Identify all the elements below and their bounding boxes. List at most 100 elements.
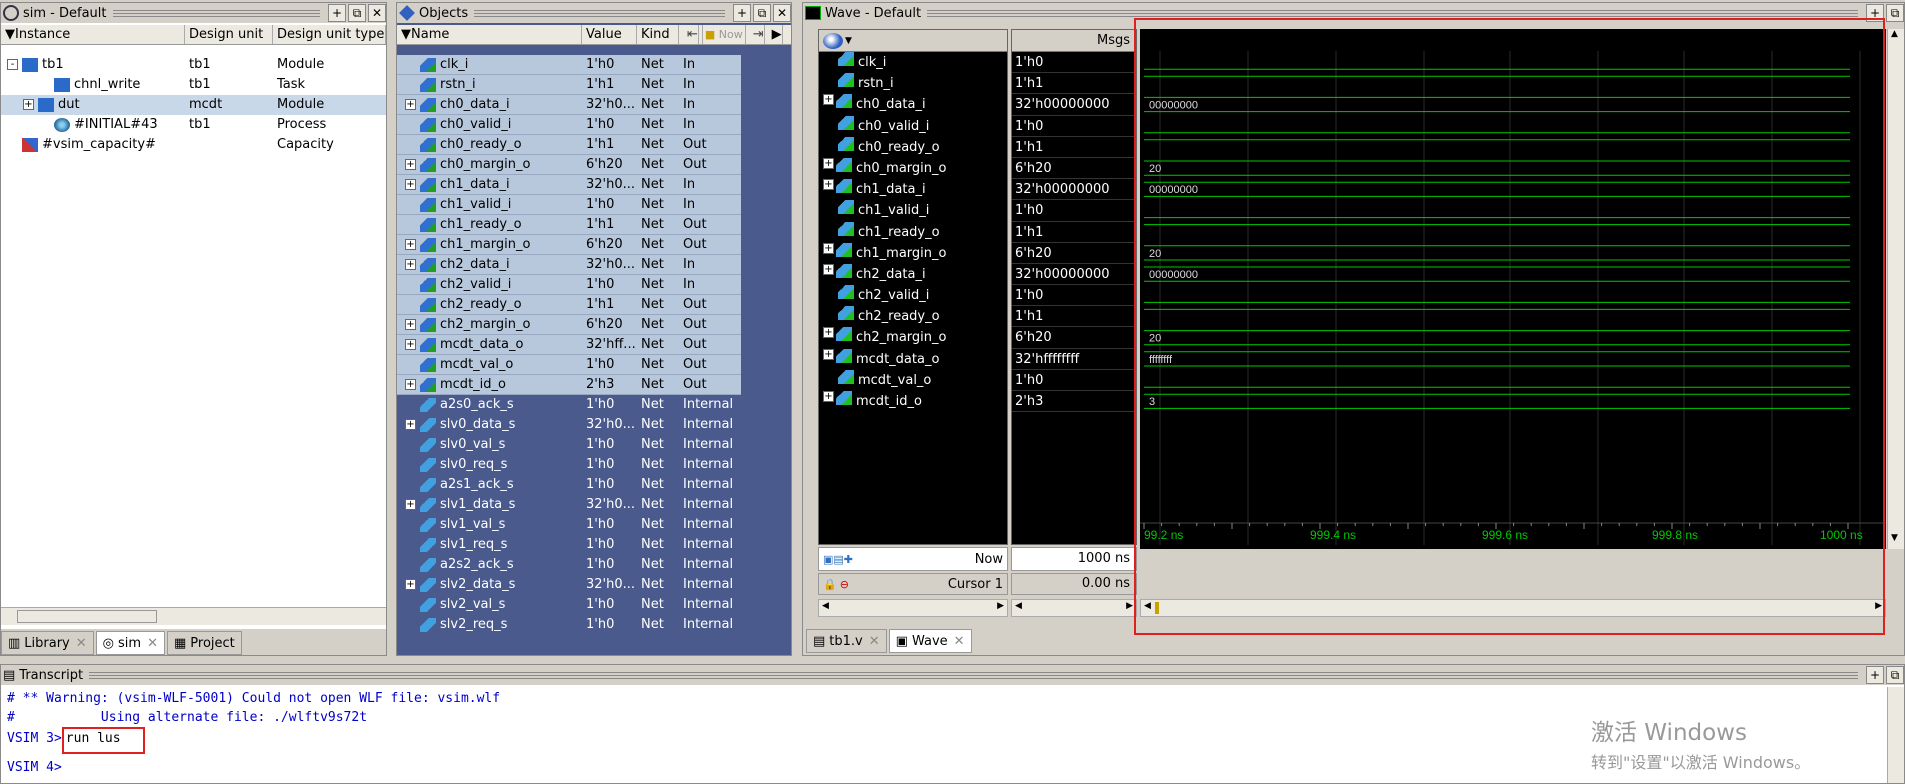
object-row[interactable]: + slv1_data_s 32'h0... Net Internal xyxy=(397,495,741,515)
scroll-down-icon[interactable]: ▼ xyxy=(1891,533,1898,543)
object-row[interactable]: ch0_ready_o 1'h1 Net Out xyxy=(397,135,741,155)
wave-signal-row[interactable]: ch0_valid_i xyxy=(819,115,1007,137)
transcript-vscrollbar[interactable] xyxy=(1887,687,1904,783)
col-kind[interactable]: Kind xyxy=(637,25,679,44)
object-row[interactable]: slv1_val_s 1'h0 Net Internal xyxy=(397,515,741,535)
drag-grip[interactable] xyxy=(927,9,1858,17)
expand-icon[interactable]: + xyxy=(405,579,416,590)
undock-icon[interactable]: ⧉ xyxy=(348,4,366,22)
sim-hscrollbar[interactable] xyxy=(1,607,386,625)
filter-icon[interactable]: ⇤ xyxy=(683,25,699,44)
object-row[interactable]: + ch2_data_i 32'h0... Net In xyxy=(397,255,741,275)
chevron-down-icon[interactable]: ▼ xyxy=(845,36,852,46)
wave-signal-row[interactable]: mcdt_val_o xyxy=(819,369,1007,391)
expand-icon[interactable]: + xyxy=(405,179,416,190)
expand-icon[interactable]: + xyxy=(823,327,834,339)
tab-project[interactable]: ▦ Project xyxy=(166,631,242,655)
object-row[interactable]: mcdt_val_o 1'h0 Net Out xyxy=(397,355,741,375)
waveform-svg[interactable]: 00000000 20 00000000 20 00000000 20 ffffffff 3 9… xyxy=(1140,29,1886,549)
object-row[interactable]: ch2_valid_i 1'h0 Net In xyxy=(397,275,741,295)
expand-icon[interactable]: + xyxy=(823,242,834,254)
now-button[interactable]: ■ Now xyxy=(701,25,746,44)
undock-icon[interactable]: ⧉ xyxy=(1886,4,1904,22)
tab-wave[interactable]: ▣ Wave ✕ xyxy=(888,629,972,653)
dock-icon[interactable]: + xyxy=(1866,4,1884,22)
col-name[interactable]: ▼Name xyxy=(397,25,582,44)
expand-icon[interactable]: + xyxy=(405,319,416,330)
expand-icon[interactable]: + xyxy=(405,499,416,510)
col-design-unit[interactable]: Design unit xyxy=(185,25,273,44)
collapse-icon[interactable]: - xyxy=(7,59,18,70)
col-instance[interactable]: ▼Instance xyxy=(1,25,185,44)
object-row[interactable]: ch1_ready_o 1'h1 Net Out xyxy=(397,215,741,235)
object-row[interactable]: + ch0_data_i 32'h0... Net In xyxy=(397,95,741,115)
cursor-lock-icon[interactable]: 🔒 xyxy=(823,578,837,591)
wave-signal-row[interactable]: rstn_i xyxy=(819,73,1007,94)
object-row[interactable]: slv0_req_s 1'h0 Net Internal xyxy=(397,455,741,475)
wave-signal-row[interactable]: + mcdt_id_o xyxy=(819,391,1007,412)
wave-hscrollbar[interactable]: ◀ ▶ xyxy=(1140,599,1886,617)
sim-tree-row[interactable]: + dut mcdt Module xyxy=(1,95,386,115)
object-row[interactable]: + ch1_margin_o 6'h20 Net Out xyxy=(397,235,741,255)
object-row[interactable]: slv0_val_s 1'h0 Net Internal xyxy=(397,435,741,455)
tab-sim[interactable]: ◎ sim ✕ xyxy=(95,631,165,655)
object-row[interactable]: + ch2_margin_o 6'h20 Net Out xyxy=(397,315,741,335)
wave-signal-row[interactable]: ch0_ready_o xyxy=(819,136,1007,158)
wave-signal-row[interactable]: + ch2_data_i xyxy=(819,263,1007,285)
drag-grip[interactable] xyxy=(112,9,320,17)
object-row[interactable]: ch1_valid_i 1'h0 Net In xyxy=(397,195,741,215)
dock-icon[interactable]: + xyxy=(733,4,751,22)
close-icon[interactable]: ✕ xyxy=(76,636,87,651)
wave-signal-row[interactable]: ch2_valid_i xyxy=(819,285,1007,306)
palette-icon[interactable] xyxy=(823,32,843,49)
wave-signal-row[interactable]: + ch0_margin_o xyxy=(819,157,1007,179)
object-row[interactable]: clk_i 1'h0 Net In xyxy=(397,55,741,75)
wave-signal-row[interactable]: ch2_ready_o xyxy=(819,306,1007,327)
wave-signal-row[interactable]: clk_i xyxy=(819,52,1007,73)
close-icon[interactable]: ✕ xyxy=(954,634,965,649)
object-row[interactable]: + slv0_data_s 32'h0... Net Internal xyxy=(397,415,741,435)
expand-icon[interactable]: + xyxy=(405,239,416,250)
object-row[interactable]: slv2_val_s 1'h0 Net Internal xyxy=(397,595,741,615)
waveform-area[interactable]: 00000000 20 00000000 20 00000000 20 ffffffff 3 9… xyxy=(1140,29,1886,549)
col-design-unit-type[interactable]: Design unit type xyxy=(273,25,386,44)
wave-vscrollbar[interactable]: ▲ ▼ xyxy=(1887,29,1904,549)
object-row[interactable]: ch0_valid_i 1'h0 Net In xyxy=(397,115,741,135)
expand-icon[interactable]: + xyxy=(823,348,834,360)
expand-icon[interactable]: + xyxy=(405,419,416,430)
sim-tree-row[interactable]: chnl_write tb1 Task xyxy=(1,75,386,95)
object-row[interactable]: a2s0_ack_s 1'h0 Net Internal xyxy=(397,395,741,415)
scroll-up-icon[interactable]: ▲ xyxy=(1891,29,1898,39)
object-row[interactable]: slv2_req_s 1'h0 Net Internal xyxy=(397,615,741,635)
expand-icon[interactable]: + xyxy=(823,179,834,191)
sim-tree-row[interactable]: #vsim_capacity# Capacity xyxy=(1,135,386,155)
wave-signal-row[interactable]: + ch1_data_i xyxy=(819,179,1007,200)
dock-icon[interactable]: + xyxy=(1866,666,1884,684)
expand-icon[interactable]: + xyxy=(405,379,416,390)
wave-signal-row[interactable]: + mcdt_data_o xyxy=(819,348,1007,370)
close-icon[interactable]: ✕ xyxy=(147,636,158,651)
wave-signal-row[interactable]: + ch1_margin_o xyxy=(819,242,1007,264)
expand-icon[interactable]: + xyxy=(405,99,416,110)
expand-icon[interactable]: + xyxy=(823,391,834,402)
expand-icon[interactable]: + xyxy=(823,263,834,275)
close-icon[interactable]: ✕ xyxy=(869,634,880,649)
object-row[interactable]: ch2_ready_o 1'h1 Net Out xyxy=(397,295,741,315)
sim-tree-row[interactable]: - tb1 tb1 Module xyxy=(1,55,386,75)
col-value[interactable]: Value xyxy=(582,25,637,44)
goto-icon[interactable]: ⇥ xyxy=(749,25,765,44)
sim-tree-row[interactable]: #INITIAL#43 tb1 Process xyxy=(1,115,386,135)
now-tools-icon[interactable]: ▣▤✚ xyxy=(823,553,853,566)
object-row[interactable]: slv1_req_s 1'h0 Net Internal xyxy=(397,535,741,555)
values-hscrollbar[interactable]: ◀ ▶ xyxy=(1011,599,1137,617)
undock-icon[interactable]: ⧉ xyxy=(753,4,771,22)
wave-signal-row[interactable]: ch1_ready_o xyxy=(819,221,1007,243)
cursor-delete-icon[interactable]: ⊖ xyxy=(840,578,849,591)
chevron-right-icon[interactable]: ▶ xyxy=(768,25,783,44)
close-icon[interactable]: ✕ xyxy=(773,4,791,22)
drag-grip[interactable] xyxy=(474,9,725,17)
object-row[interactable]: + mcdt_id_o 2'h3 Net Out xyxy=(397,375,741,395)
expand-icon[interactable]: + xyxy=(405,159,416,170)
object-row[interactable]: + slv2_data_s 32'h0... Net Internal xyxy=(397,575,741,595)
object-row[interactable]: a2s1_ack_s 1'h0 Net Internal xyxy=(397,475,741,495)
